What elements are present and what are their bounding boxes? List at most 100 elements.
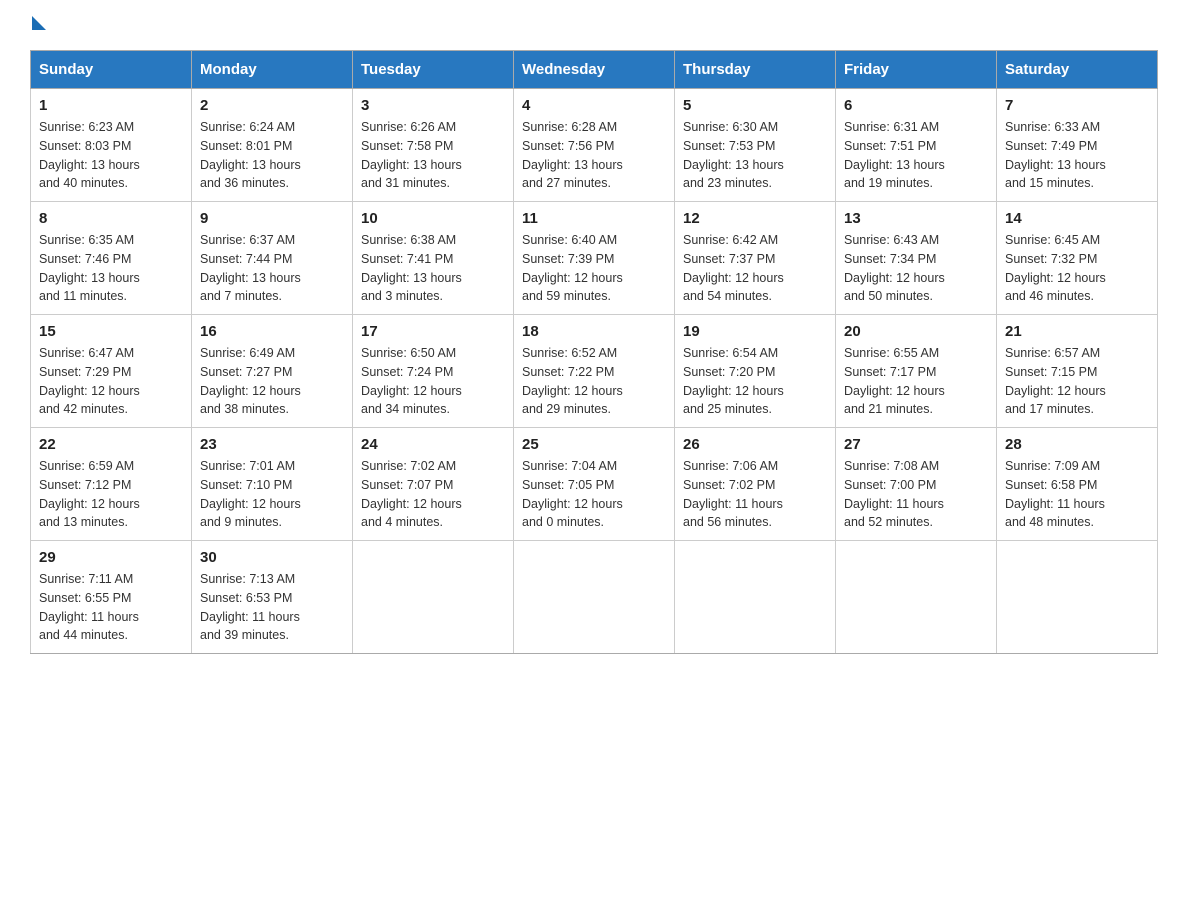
day-number: 13 — [844, 210, 988, 227]
logo-triangle-icon — [32, 16, 46, 30]
calendar-day-cell: 27 Sunrise: 7:08 AMSunset: 7:00 PMDaylig… — [836, 428, 997, 541]
calendar-day-cell: 23 Sunrise: 7:01 AMSunset: 7:10 PMDaylig… — [192, 428, 353, 541]
calendar-day-cell — [675, 541, 836, 654]
day-info: Sunrise: 6:47 AMSunset: 7:29 PMDaylight:… — [39, 346, 140, 416]
day-info: Sunrise: 6:28 AMSunset: 7:56 PMDaylight:… — [522, 120, 623, 190]
day-number: 16 — [200, 323, 344, 340]
calendar-table: SundayMondayTuesdayWednesdayThursdayFrid… — [30, 50, 1158, 654]
calendar-day-cell: 18 Sunrise: 6:52 AMSunset: 7:22 PMDaylig… — [514, 315, 675, 428]
weekday-header-friday: Friday — [836, 51, 997, 89]
day-number: 26 — [683, 436, 827, 453]
day-info: Sunrise: 7:02 AMSunset: 7:07 PMDaylight:… — [361, 459, 462, 529]
day-info: Sunrise: 7:04 AMSunset: 7:05 PMDaylight:… — [522, 459, 623, 529]
day-number: 1 — [39, 97, 183, 114]
day-number: 6 — [844, 97, 988, 114]
day-info: Sunrise: 7:13 AMSunset: 6:53 PMDaylight:… — [200, 572, 300, 642]
day-number: 24 — [361, 436, 505, 453]
day-info: Sunrise: 6:49 AMSunset: 7:27 PMDaylight:… — [200, 346, 301, 416]
day-number: 23 — [200, 436, 344, 453]
day-info: Sunrise: 6:55 AMSunset: 7:17 PMDaylight:… — [844, 346, 945, 416]
calendar-day-cell: 13 Sunrise: 6:43 AMSunset: 7:34 PMDaylig… — [836, 202, 997, 315]
calendar-day-cell — [353, 541, 514, 654]
weekday-header-thursday: Thursday — [675, 51, 836, 89]
calendar-week-row: 29 Sunrise: 7:11 AMSunset: 6:55 PMDaylig… — [31, 541, 1158, 654]
day-number: 3 — [361, 97, 505, 114]
calendar-day-cell: 14 Sunrise: 6:45 AMSunset: 7:32 PMDaylig… — [997, 202, 1158, 315]
calendar-day-cell: 5 Sunrise: 6:30 AMSunset: 7:53 PMDayligh… — [675, 89, 836, 202]
day-info: Sunrise: 6:52 AMSunset: 7:22 PMDaylight:… — [522, 346, 623, 416]
day-info: Sunrise: 6:42 AMSunset: 7:37 PMDaylight:… — [683, 233, 784, 303]
day-info: Sunrise: 7:06 AMSunset: 7:02 PMDaylight:… — [683, 459, 783, 529]
day-number: 22 — [39, 436, 183, 453]
calendar-day-cell: 10 Sunrise: 6:38 AMSunset: 7:41 PMDaylig… — [353, 202, 514, 315]
calendar-day-cell: 8 Sunrise: 6:35 AMSunset: 7:46 PMDayligh… — [31, 202, 192, 315]
day-info: Sunrise: 7:09 AMSunset: 6:58 PMDaylight:… — [1005, 459, 1105, 529]
calendar-day-cell: 20 Sunrise: 6:55 AMSunset: 7:17 PMDaylig… — [836, 315, 997, 428]
calendar-day-cell: 28 Sunrise: 7:09 AMSunset: 6:58 PMDaylig… — [997, 428, 1158, 541]
day-number: 29 — [39, 549, 183, 566]
day-number: 18 — [522, 323, 666, 340]
day-number: 19 — [683, 323, 827, 340]
calendar-day-cell: 4 Sunrise: 6:28 AMSunset: 7:56 PMDayligh… — [514, 89, 675, 202]
day-info: Sunrise: 6:59 AMSunset: 7:12 PMDaylight:… — [39, 459, 140, 529]
day-info: Sunrise: 6:43 AMSunset: 7:34 PMDaylight:… — [844, 233, 945, 303]
calendar-week-row: 8 Sunrise: 6:35 AMSunset: 7:46 PMDayligh… — [31, 202, 1158, 315]
day-number: 21 — [1005, 323, 1149, 340]
day-number: 2 — [200, 97, 344, 114]
calendar-week-row: 1 Sunrise: 6:23 AMSunset: 8:03 PMDayligh… — [31, 89, 1158, 202]
day-info: Sunrise: 6:50 AMSunset: 7:24 PMDaylight:… — [361, 346, 462, 416]
calendar-day-cell: 11 Sunrise: 6:40 AMSunset: 7:39 PMDaylig… — [514, 202, 675, 315]
day-number: 15 — [39, 323, 183, 340]
day-number: 8 — [39, 210, 183, 227]
day-info: Sunrise: 6:35 AMSunset: 7:46 PMDaylight:… — [39, 233, 140, 303]
day-info: Sunrise: 6:33 AMSunset: 7:49 PMDaylight:… — [1005, 120, 1106, 190]
calendar-day-cell: 17 Sunrise: 6:50 AMSunset: 7:24 PMDaylig… — [353, 315, 514, 428]
weekday-header-wednesday: Wednesday — [514, 51, 675, 89]
page-header — [30, 20, 1158, 30]
day-number: 28 — [1005, 436, 1149, 453]
day-number: 10 — [361, 210, 505, 227]
day-number: 4 — [522, 97, 666, 114]
calendar-day-cell: 15 Sunrise: 6:47 AMSunset: 7:29 PMDaylig… — [31, 315, 192, 428]
calendar-day-cell: 9 Sunrise: 6:37 AMSunset: 7:44 PMDayligh… — [192, 202, 353, 315]
calendar-day-cell: 24 Sunrise: 7:02 AMSunset: 7:07 PMDaylig… — [353, 428, 514, 541]
calendar-day-cell: 29 Sunrise: 7:11 AMSunset: 6:55 PMDaylig… — [31, 541, 192, 654]
day-number: 30 — [200, 549, 344, 566]
logo — [30, 20, 46, 30]
weekday-header-tuesday: Tuesday — [353, 51, 514, 89]
day-number: 17 — [361, 323, 505, 340]
day-number: 5 — [683, 97, 827, 114]
day-info: Sunrise: 7:01 AMSunset: 7:10 PMDaylight:… — [200, 459, 301, 529]
day-number: 11 — [522, 210, 666, 227]
weekday-header-row: SundayMondayTuesdayWednesdayThursdayFrid… — [31, 51, 1158, 89]
day-number: 12 — [683, 210, 827, 227]
calendar-day-cell: 2 Sunrise: 6:24 AMSunset: 8:01 PMDayligh… — [192, 89, 353, 202]
day-info: Sunrise: 6:54 AMSunset: 7:20 PMDaylight:… — [683, 346, 784, 416]
day-info: Sunrise: 7:08 AMSunset: 7:00 PMDaylight:… — [844, 459, 944, 529]
calendar-week-row: 22 Sunrise: 6:59 AMSunset: 7:12 PMDaylig… — [31, 428, 1158, 541]
day-info: Sunrise: 6:24 AMSunset: 8:01 PMDaylight:… — [200, 120, 301, 190]
calendar-day-cell: 19 Sunrise: 6:54 AMSunset: 7:20 PMDaylig… — [675, 315, 836, 428]
calendar-day-cell: 7 Sunrise: 6:33 AMSunset: 7:49 PMDayligh… — [997, 89, 1158, 202]
day-number: 9 — [200, 210, 344, 227]
calendar-day-cell: 3 Sunrise: 6:26 AMSunset: 7:58 PMDayligh… — [353, 89, 514, 202]
calendar-day-cell: 12 Sunrise: 6:42 AMSunset: 7:37 PMDaylig… — [675, 202, 836, 315]
day-info: Sunrise: 7:11 AMSunset: 6:55 PMDaylight:… — [39, 572, 139, 642]
day-info: Sunrise: 6:37 AMSunset: 7:44 PMDaylight:… — [200, 233, 301, 303]
day-number: 27 — [844, 436, 988, 453]
weekday-header-monday: Monday — [192, 51, 353, 89]
day-number: 7 — [1005, 97, 1149, 114]
calendar-day-cell: 22 Sunrise: 6:59 AMSunset: 7:12 PMDaylig… — [31, 428, 192, 541]
calendar-day-cell: 26 Sunrise: 7:06 AMSunset: 7:02 PMDaylig… — [675, 428, 836, 541]
day-info: Sunrise: 6:31 AMSunset: 7:51 PMDaylight:… — [844, 120, 945, 190]
day-info: Sunrise: 6:57 AMSunset: 7:15 PMDaylight:… — [1005, 346, 1106, 416]
day-info: Sunrise: 6:26 AMSunset: 7:58 PMDaylight:… — [361, 120, 462, 190]
day-info: Sunrise: 6:45 AMSunset: 7:32 PMDaylight:… — [1005, 233, 1106, 303]
weekday-header-saturday: Saturday — [997, 51, 1158, 89]
calendar-day-cell: 16 Sunrise: 6:49 AMSunset: 7:27 PMDaylig… — [192, 315, 353, 428]
calendar-day-cell: 30 Sunrise: 7:13 AMSunset: 6:53 PMDaylig… — [192, 541, 353, 654]
calendar-day-cell — [997, 541, 1158, 654]
day-number: 20 — [844, 323, 988, 340]
weekday-header-sunday: Sunday — [31, 51, 192, 89]
calendar-day-cell: 6 Sunrise: 6:31 AMSunset: 7:51 PMDayligh… — [836, 89, 997, 202]
